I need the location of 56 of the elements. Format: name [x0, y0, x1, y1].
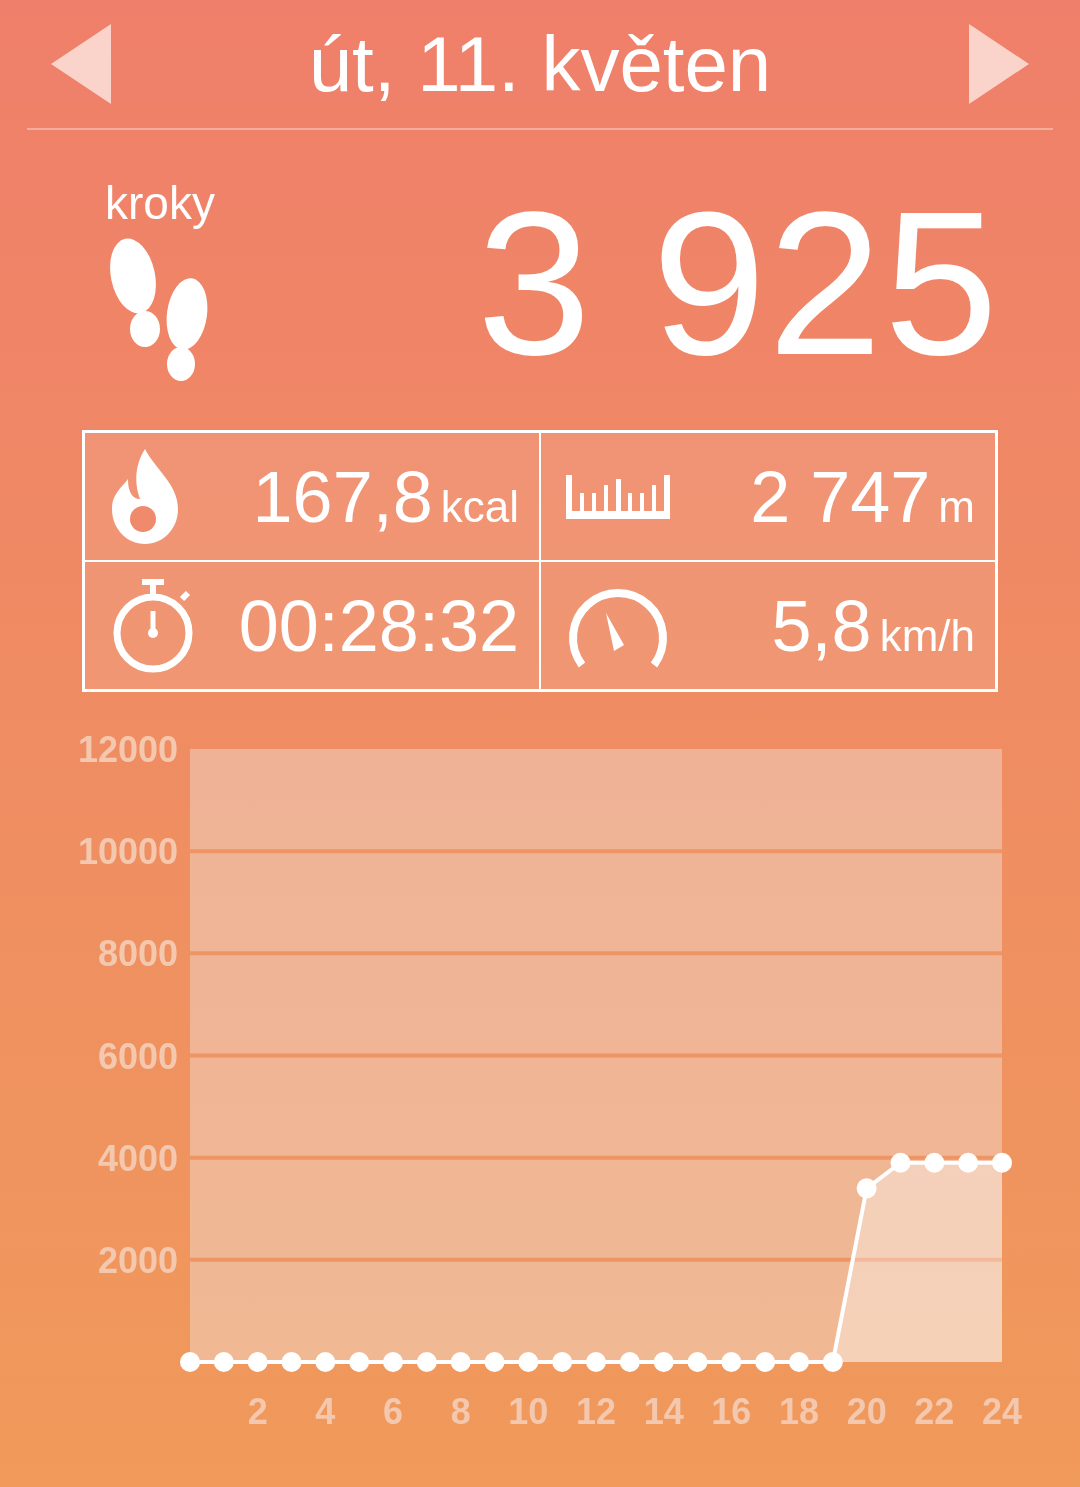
data-point: [924, 1152, 945, 1173]
x-tick-label: 20: [846, 1391, 887, 1432]
x-tick-label: 4: [315, 1391, 336, 1432]
x-tick-label: 2: [247, 1391, 268, 1432]
data-point: [281, 1352, 302, 1372]
data-point: [992, 1152, 1012, 1173]
data-point: [315, 1352, 336, 1372]
y-tick-label: 12000: [77, 729, 178, 770]
y-tick-label: 6000: [97, 1035, 178, 1077]
stat-unit: kcal: [440, 484, 519, 529]
data-point: [552, 1352, 573, 1372]
date-title: út, 11. květen: [308, 25, 772, 103]
data-point: [856, 1178, 877, 1199]
flame-icon: [110, 449, 180, 544]
data-point: [180, 1352, 200, 1372]
x-tick-label: 12: [576, 1391, 616, 1432]
x-tick-label: 8: [450, 1391, 471, 1432]
data-point: [755, 1352, 776, 1372]
data-point: [958, 1152, 979, 1173]
data-point: [822, 1352, 843, 1372]
data-point: [653, 1352, 674, 1372]
data-point: [789, 1352, 809, 1372]
x-tick-label: 22: [914, 1391, 955, 1432]
data-point: [416, 1352, 437, 1372]
y-tick-label: 4000: [97, 1137, 178, 1179]
data-point: [349, 1352, 370, 1372]
x-tick-label: 18: [779, 1391, 819, 1432]
stat-unit: km/h: [879, 613, 975, 658]
data-point: [619, 1352, 640, 1372]
x-tick-label: 10: [508, 1391, 549, 1432]
stat-value: 5,8: [771, 589, 872, 662]
x-tick-label: 16: [711, 1391, 752, 1432]
y-tick-label: 2000: [97, 1239, 178, 1281]
stat-value: 00:28:32: [238, 589, 519, 662]
data-point: [383, 1352, 403, 1372]
x-tick-label: 14: [643, 1391, 684, 1432]
y-tick-label: 8000: [97, 933, 178, 975]
data-point: [721, 1352, 742, 1372]
data-point: [450, 1352, 471, 1372]
next-arrow-icon[interactable]: [969, 24, 1029, 104]
x-tick-label: 24: [982, 1391, 1022, 1432]
steps-count: 3 925: [477, 180, 1000, 399]
x-tick-label: 6: [383, 1391, 403, 1432]
data-point: [518, 1352, 539, 1372]
data-point: [213, 1352, 234, 1372]
data-point: [484, 1352, 505, 1372]
stat-value: 167,8: [252, 460, 433, 533]
data-point: [687, 1352, 708, 1372]
previous-arrow-icon[interactable]: [51, 24, 111, 104]
stat-value: 2 747: [750, 460, 931, 533]
data-point: [890, 1152, 911, 1173]
data-point: [586, 1352, 606, 1372]
ruler-icon: [566, 474, 670, 519]
y-tick-label: 10000: [77, 831, 178, 873]
stat-unit: m: [938, 484, 975, 529]
data-point: [247, 1352, 268, 1372]
